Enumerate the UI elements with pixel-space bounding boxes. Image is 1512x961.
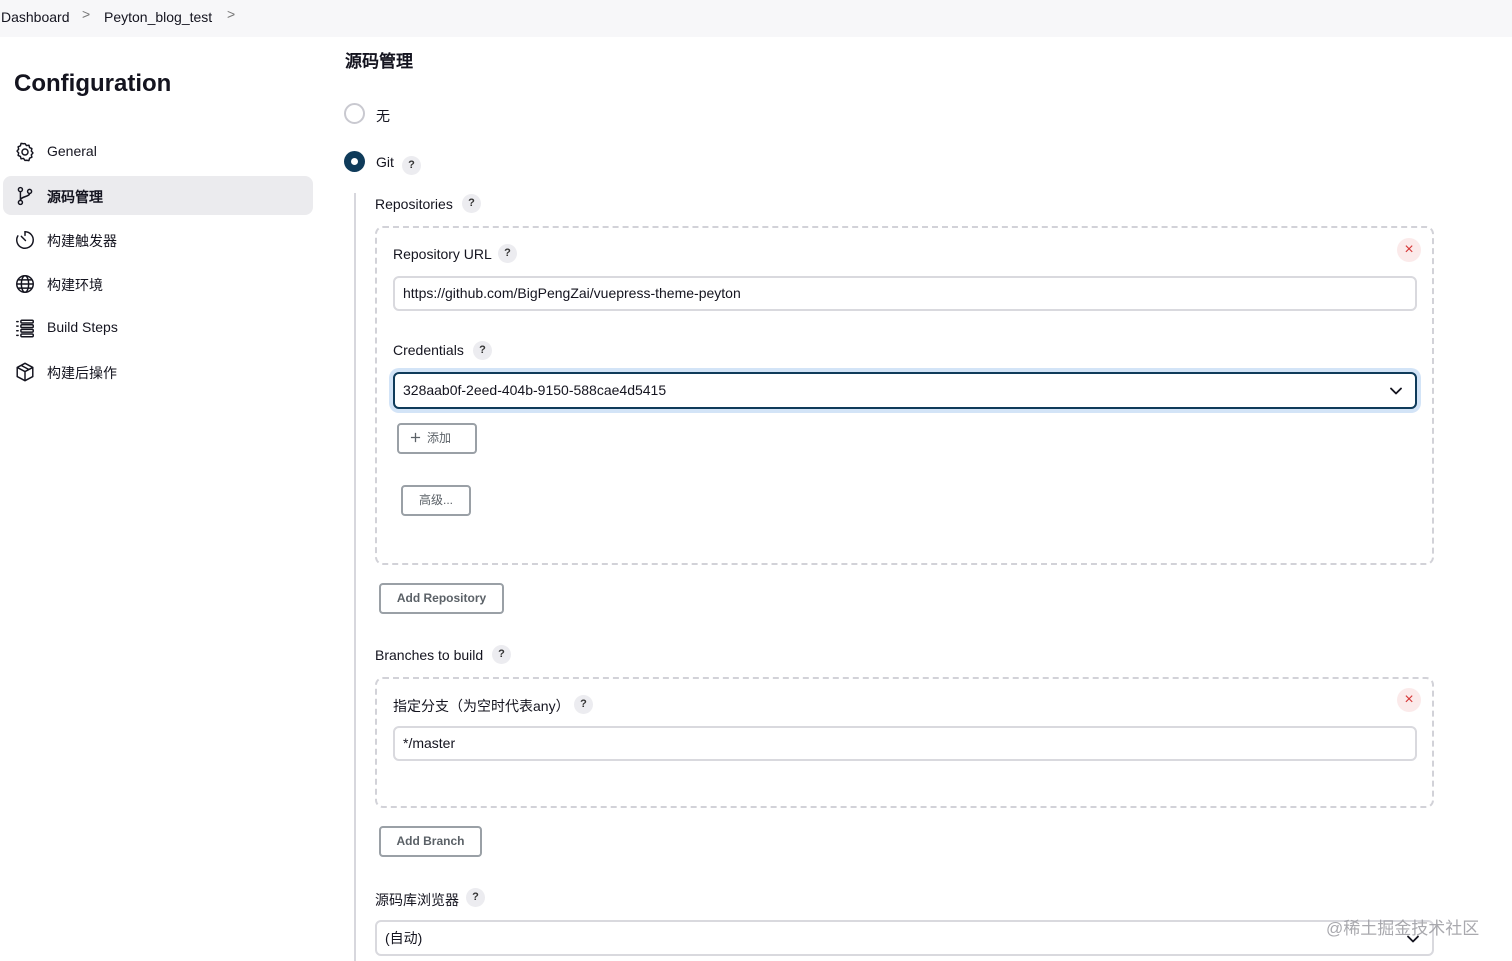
add-credentials-button[interactable]: 添加 bbox=[397, 423, 477, 454]
sidebar-item-build-steps[interactable]: Build Steps bbox=[3, 308, 313, 347]
branch-spec-input[interactable]: */master bbox=[393, 726, 1417, 761]
credentials-value: 328aab0f-2eed-404b-9150-588cae4d5415 bbox=[403, 382, 667, 398]
sidebar-item-label: 构建环境 bbox=[47, 277, 103, 293]
list-icon bbox=[14, 317, 36, 339]
watermark: @稀土掘金技术社区 bbox=[1326, 919, 1480, 938]
plus-icon bbox=[410, 432, 421, 443]
breadcrumb-job[interactable]: Peyton_blog_test bbox=[104, 9, 212, 25]
sidebar-item-scm[interactable]: 源码管理 bbox=[3, 176, 313, 215]
sidebar-item-label: 源码管理 bbox=[47, 189, 103, 205]
breadcrumb-separator: > bbox=[82, 6, 91, 22]
sidebar-item-build-environment[interactable]: 构建环境 bbox=[3, 264, 313, 303]
help-icon[interactable]: ? bbox=[462, 194, 481, 213]
delete-branch-button[interactable]: × bbox=[1397, 688, 1421, 712]
radio-git[interactable] bbox=[344, 151, 365, 172]
sidebar-item-post-build[interactable]: 构建后操作 bbox=[3, 352, 313, 391]
repository-url-input[interactable]: https://github.com/BigPengZai/vuepress-t… bbox=[393, 276, 1417, 311]
chevron-down-icon bbox=[1390, 387, 1402, 395]
breadcrumb-dashboard[interactable]: Dashboard bbox=[1, 9, 70, 25]
sidebar-item-label: 构建触发器 bbox=[47, 233, 117, 249]
gear-icon bbox=[14, 141, 36, 163]
repository-url-label: Repository URL bbox=[393, 246, 492, 262]
help-icon[interactable]: ? bbox=[498, 244, 517, 263]
repository-browser-select[interactable]: (自动) bbox=[375, 920, 1434, 956]
page-title: Configuration bbox=[14, 70, 172, 97]
radio-none[interactable] bbox=[344, 103, 365, 124]
git-branch-icon bbox=[14, 185, 36, 207]
sidebar-item-label: 构建后操作 bbox=[47, 365, 117, 381]
repository-browser-label: 源码库浏览器 bbox=[375, 892, 459, 908]
section-divider bbox=[354, 193, 356, 961]
repository-browser-value: (自动) bbox=[385, 930, 423, 946]
breadcrumb-bar: Dashboard > Peyton_blog_test > bbox=[0, 0, 1512, 37]
sidebar-item-build-triggers[interactable]: 构建触发器 bbox=[3, 220, 313, 259]
help-icon[interactable]: ? bbox=[473, 341, 492, 360]
radio-none-label[interactable]: 无 bbox=[376, 106, 390, 126]
globe-icon bbox=[14, 273, 36, 295]
add-credentials-label: 添加 bbox=[427, 431, 452, 445]
credentials-label: Credentials bbox=[393, 342, 464, 358]
cube-icon bbox=[14, 361, 36, 383]
branch-spec-label: 指定分支（为空时代表any） bbox=[393, 698, 570, 714]
timer-icon bbox=[14, 229, 36, 251]
help-icon[interactable]: ? bbox=[574, 695, 593, 714]
help-icon[interactable]: ? bbox=[466, 888, 485, 907]
radio-git-label[interactable]: Git bbox=[376, 154, 394, 170]
sidebar-item-general[interactable]: General bbox=[3, 132, 313, 171]
credentials-select[interactable]: 328aab0f-2eed-404b-9150-588cae4d5415 bbox=[393, 372, 1417, 409]
section-title: 源码管理 bbox=[345, 52, 413, 71]
sidebar-item-label: General bbox=[47, 143, 97, 159]
branches-label: Branches to build bbox=[375, 647, 484, 663]
breadcrumb-separator[interactable]: > bbox=[227, 6, 235, 22]
sidebar-item-label: Build Steps bbox=[47, 319, 118, 335]
repositories-label: Repositories bbox=[375, 196, 453, 212]
add-branch-button[interactable]: Add Branch bbox=[379, 826, 482, 857]
add-repository-button[interactable]: Add Repository bbox=[379, 583, 504, 614]
help-icon[interactable]: ? bbox=[492, 645, 511, 664]
delete-repository-button[interactable]: × bbox=[1397, 238, 1421, 262]
advanced-button[interactable]: 高级... bbox=[401, 485, 471, 516]
help-icon[interactable]: ? bbox=[402, 156, 421, 175]
